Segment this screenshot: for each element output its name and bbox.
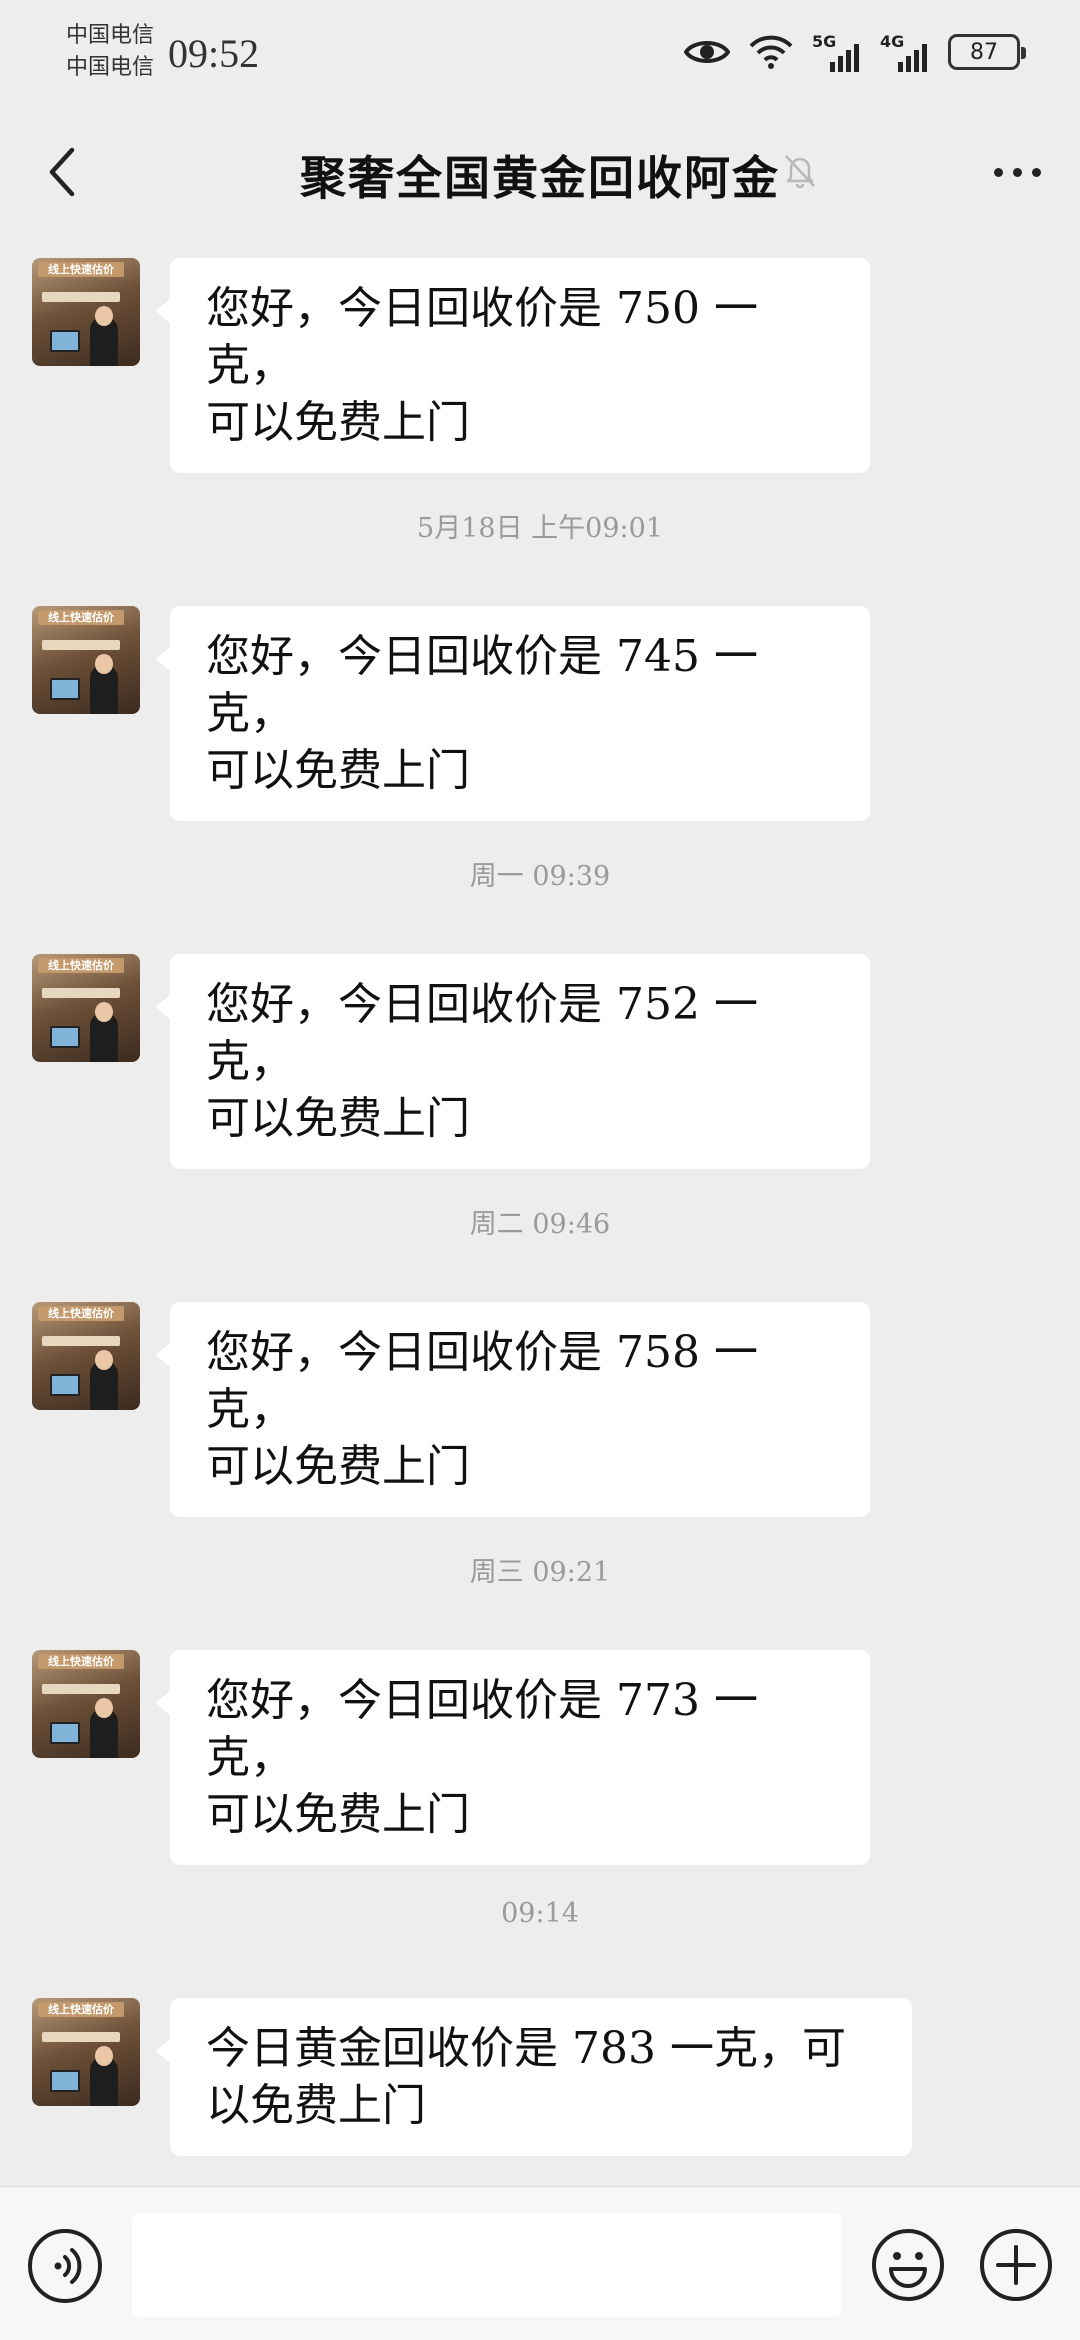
message-bubble[interactable]: 今日黄金回收价是 783 一克，可 以免费上门	[156, 1998, 912, 2156]
avatar-banner: 线上快速估价	[38, 958, 124, 973]
chat-header: 聚奢全国黄金回收阿金	[0, 120, 1080, 224]
signal-4g-icon: 4G	[880, 32, 930, 72]
avatar-banner: 线上快速估价	[38, 1654, 124, 1669]
message-text-line: 您好，今日回收价是 750 一克，	[206, 283, 758, 391]
avatar-screen	[50, 2070, 80, 2092]
avatar[interactable]: 线上快速估价	[32, 1650, 140, 1758]
carrier-info: 中国电信 中国电信	[66, 20, 154, 84]
avatar-face	[95, 306, 113, 326]
more-icon-dot	[1012, 167, 1022, 177]
avatar-banner: 线上快速估价	[38, 610, 124, 625]
avatar-face	[95, 1002, 113, 1022]
avatar-banner-strip	[42, 2032, 120, 2042]
avatar[interactable]: 线上快速估价	[32, 1998, 140, 2106]
message-text-line: 您好，今日回收价是 758 一克，	[206, 1327, 758, 1435]
message-bubble[interactable]: 您好，今日回收价是 745 一克， 可以免费上门	[156, 606, 870, 821]
avatar-screen	[50, 1026, 80, 1048]
status-bar: 中国电信 中国电信 09:52 5G 4G 87	[0, 0, 1080, 120]
voice-button[interactable]	[28, 2229, 102, 2303]
more-button[interactable]	[982, 142, 1052, 202]
message-input[interactable]	[132, 2213, 842, 2317]
timestamp: 周二 09:46	[469, 1209, 611, 1240]
message-text-line: 可以免费上门	[206, 397, 470, 448]
timestamp: 5月18日 上午09:01	[417, 513, 663, 544]
input-bar	[0, 2186, 1080, 2340]
timestamp: 周三 09:21	[469, 1557, 611, 1588]
avatar[interactable]: 线上快速估价	[32, 258, 140, 366]
avatar-banner-strip	[42, 1684, 120, 1694]
avatar-banner-strip	[42, 988, 120, 998]
muted-bell-icon	[785, 155, 815, 189]
more-icon-dot	[1031, 167, 1041, 177]
avatar-screen	[50, 1374, 80, 1396]
emoji-icon[interactable]	[870, 2227, 946, 2303]
message-text-line: 可以免费上门	[206, 745, 470, 796]
message-bubble[interactable]: 您好，今日回收价是 750 一克， 可以免费上门	[156, 258, 870, 473]
avatar-banner-strip	[42, 1336, 120, 1346]
avatar[interactable]: 线上快速估价	[32, 606, 140, 714]
carrier-2: 中国电信	[66, 55, 155, 80]
message-text-line: 您好，今日回收价是 745 一克，	[206, 631, 758, 739]
chat-title: 聚奢全国黄金回收阿金	[300, 151, 780, 205]
avatar-face	[95, 654, 113, 674]
avatar-face	[95, 2046, 113, 2066]
avatar[interactable]: 线上快速估价	[32, 1302, 140, 1410]
wifi-icon	[749, 35, 793, 69]
battery-level: 87	[970, 39, 998, 65]
message-text-line: 可以免费上门	[206, 1093, 470, 1144]
battery-icon: 87	[948, 34, 1026, 70]
more-icon	[993, 167, 1003, 177]
message-bubble[interactable]: 您好，今日回收价是 773 一克， 可以免费上门	[156, 1650, 870, 1865]
carrier-1: 中国电信	[66, 23, 155, 48]
message-text-line: 可以免费上门	[206, 1441, 470, 1492]
avatar-screen	[50, 1722, 80, 1744]
avatar-banner: 线上快速估价	[38, 262, 124, 277]
message-text-line: 今日黄金回收价是 783 一克，可	[206, 2023, 846, 2074]
plus-icon[interactable]	[978, 2227, 1054, 2303]
signal-5g-icon: 5G	[812, 32, 862, 72]
voice-icon	[54, 2248, 82, 2284]
avatar-screen	[50, 678, 80, 700]
message-text-line: 可以免费上门	[206, 1789, 470, 1840]
avatar-banner-strip	[42, 640, 120, 650]
message-list[interactable]: 线上快速估价 您好，今日回收价是 750 一克， 可以免费上门 5月18日 上午…	[0, 224, 1080, 2184]
timestamp: 09:14	[501, 1898, 579, 1929]
avatar-face	[95, 1350, 113, 1370]
avatar[interactable]: 线上快速估价	[32, 954, 140, 1062]
status-icons: 5G 4G 87	[684, 30, 1026, 74]
message-text-line: 您好，今日回收价是 773 一克，	[206, 1675, 758, 1783]
message-text-line: 您好，今日回收价是 752 一克，	[206, 979, 758, 1087]
eye-icon	[684, 41, 730, 63]
message-bubble[interactable]: 您好，今日回收价是 752 一克， 可以免费上门	[156, 954, 870, 1169]
message-text-line: 以免费上门	[206, 2080, 426, 2131]
message-bubble[interactable]: 您好，今日回收价是 758 一克， 可以免费上门	[156, 1302, 870, 1517]
avatar-screen	[50, 330, 80, 352]
avatar-face	[95, 1698, 113, 1718]
status-time: 09:52	[168, 31, 260, 76]
avatar-banner: 线上快速估价	[38, 1306, 124, 1321]
timestamp: 周一 09:39	[469, 861, 611, 892]
avatar-banner: 线上快速估价	[38, 2002, 124, 2017]
avatar-banner-strip	[42, 292, 120, 302]
